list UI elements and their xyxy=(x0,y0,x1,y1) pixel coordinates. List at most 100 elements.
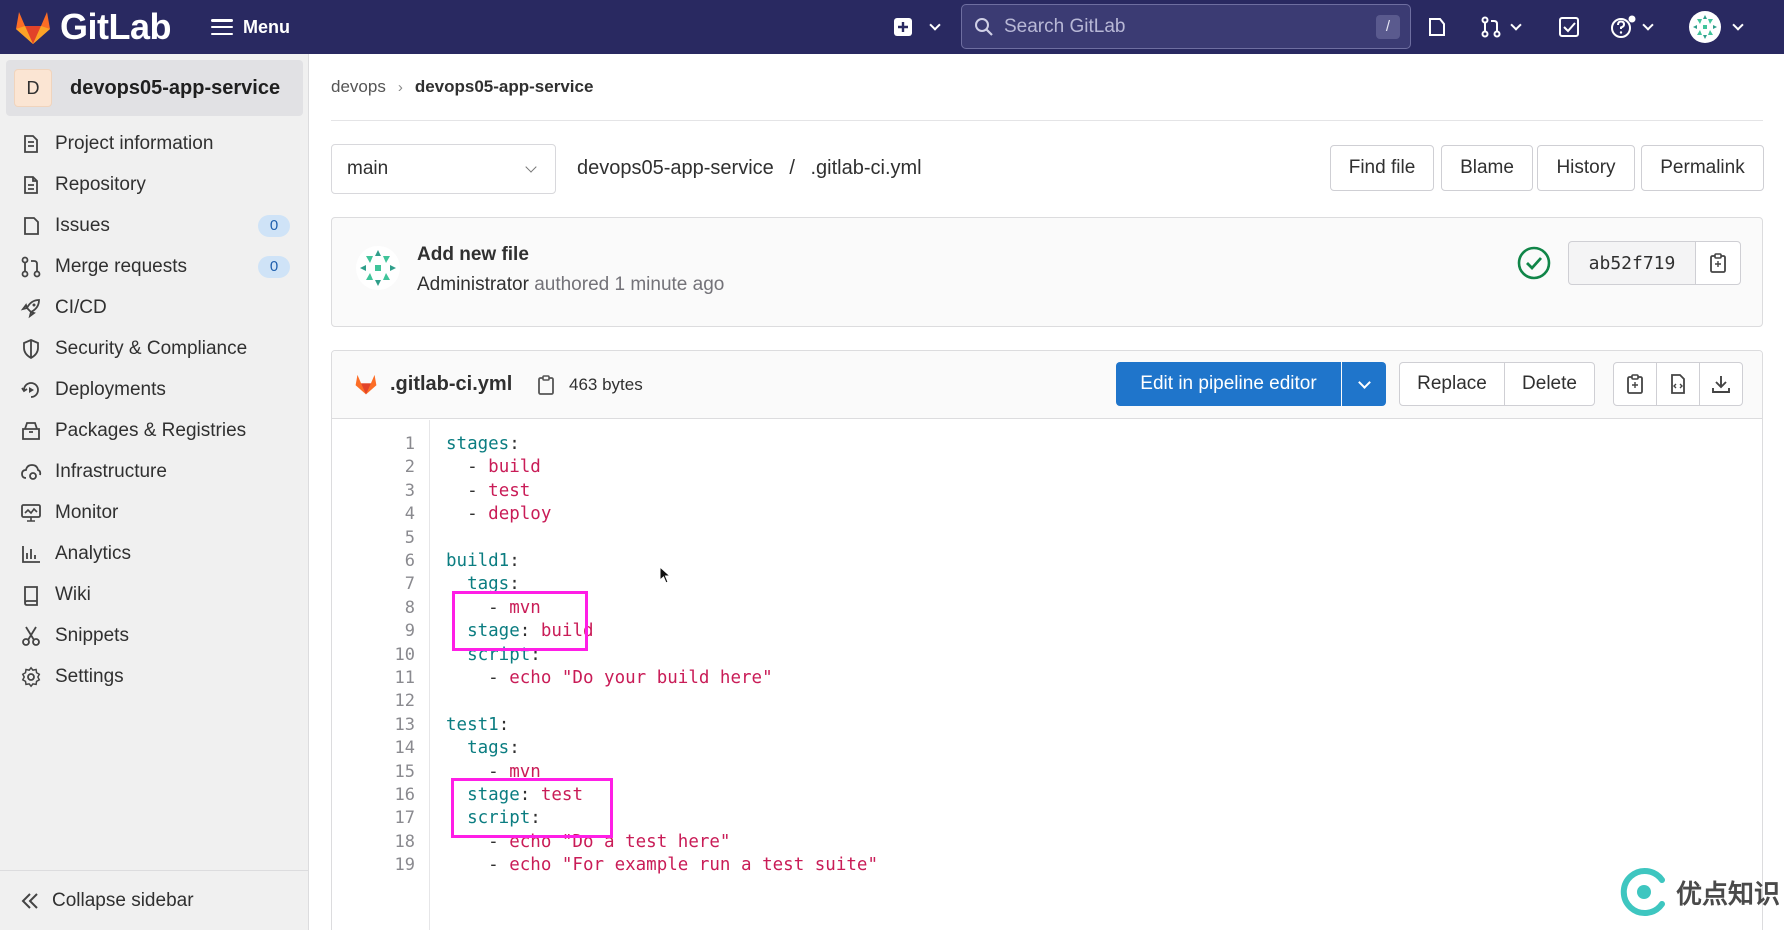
clipboard-icon xyxy=(1627,374,1643,394)
yaml-punct: - xyxy=(446,668,510,688)
sidebar-item-repository[interactable]: Repository xyxy=(20,170,290,200)
yaml-value: echo "Do your build here" xyxy=(509,668,773,688)
line-number[interactable]: 13 xyxy=(365,715,415,735)
line-number[interactable]: 6 xyxy=(365,551,415,571)
issues-nav-button[interactable] xyxy=(1426,0,1448,54)
sidebar-item-snippets[interactable]: Snippets xyxy=(20,621,290,651)
todos-nav-button[interactable] xyxy=(1558,0,1580,54)
line-number[interactable]: 5 xyxy=(365,528,415,548)
sidebar-item-label: Monitor xyxy=(55,502,119,523)
line-number[interactable]: 17 xyxy=(365,808,415,828)
copy-path-icon[interactable] xyxy=(536,374,556,396)
line-number[interactable]: 19 xyxy=(365,855,415,875)
line-number[interactable]: 3 xyxy=(365,481,415,501)
collapse-sidebar-button[interactable]: Collapse sidebar xyxy=(0,870,308,930)
line-number[interactable]: 9 xyxy=(365,621,415,641)
gear-icon xyxy=(21,666,41,688)
breadcrumb-parent-link[interactable]: devops xyxy=(331,77,386,97)
permalink-button[interactable]: Permalink xyxy=(1641,145,1764,191)
line-number[interactable]: 4 xyxy=(365,504,415,524)
new-dropdown[interactable] xyxy=(893,0,941,54)
commit-meta: Administrator authored 1 minute ago xyxy=(417,274,724,296)
edit-in-pipeline-editor-button[interactable]: Edit in pipeline editor xyxy=(1116,362,1341,406)
user-menu-button[interactable] xyxy=(1688,0,1744,54)
search-input[interactable]: Search GitLab / xyxy=(961,4,1411,49)
sidebar-item-label: Wiki xyxy=(55,584,91,605)
sidebar-item-ci-cd[interactable]: CI/CD xyxy=(20,293,290,323)
copy-contents-button[interactable] xyxy=(1613,362,1657,406)
highlight-box-build1-tags xyxy=(452,591,588,651)
line-number[interactable]: 2 xyxy=(365,457,415,477)
merge-requests-count-badge: 0 xyxy=(258,256,290,278)
open-raw-button[interactable] xyxy=(1656,362,1700,406)
file-header: .gitlab-ci.yml 463 bytes Edit in pipelin… xyxy=(332,351,1762,419)
issues-count-badge: 0 xyxy=(258,215,290,237)
chevron-down-icon xyxy=(929,19,941,31)
last-commit-panel: Add new file Administrator authored 1 mi… xyxy=(331,217,1763,327)
commit-author-link[interactable]: Administrator xyxy=(417,274,529,295)
sidebar-item-issues[interactable]: Issues 0 xyxy=(20,211,290,241)
edit-options-dropdown[interactable] xyxy=(1342,362,1386,406)
sidebar-item-packages-registries[interactable]: Packages & Registries xyxy=(20,416,290,446)
sidebar-item-label: Merge requests xyxy=(55,256,188,277)
line-number[interactable]: 8 xyxy=(365,598,415,618)
line-number[interactable]: 16 xyxy=(365,785,415,805)
merge-requests-nav-button[interactable] xyxy=(1480,0,1522,54)
sidebar-item-project-information[interactable]: Project information xyxy=(20,129,290,159)
menu-button[interactable]: Menu xyxy=(211,17,290,38)
line-number[interactable]: 15 xyxy=(365,762,415,782)
file-size: 463 bytes xyxy=(569,375,643,394)
breadcrumb-current-link[interactable]: devops05-app-service xyxy=(415,77,594,97)
sidebar-item-merge-requests[interactable]: Merge requests 0 xyxy=(20,252,290,282)
line-number[interactable]: 14 xyxy=(365,738,415,758)
sidebar-item-infrastructure[interactable]: Infrastructure xyxy=(20,457,290,487)
replace-button[interactable]: Replace xyxy=(1399,362,1505,406)
deployments-icon xyxy=(21,382,39,398)
download-button[interactable] xyxy=(1699,362,1743,406)
divider xyxy=(331,120,1763,121)
blame-button[interactable]: Blame xyxy=(1441,145,1533,191)
yaml-punct: : xyxy=(509,434,520,454)
double-chevron-left-icon xyxy=(21,892,38,909)
sidebar-item-deployments[interactable]: Deployments xyxy=(20,375,290,405)
scissors-icon xyxy=(22,626,40,646)
sidebar-item-analytics[interactable]: Analytics xyxy=(20,539,290,569)
path-project-link[interactable]: devops05-app-service xyxy=(577,157,774,179)
line-number[interactable]: 1 xyxy=(365,434,415,454)
copy-sha-button[interactable] xyxy=(1695,241,1741,285)
mouse-cursor-icon xyxy=(659,566,671,584)
sidebar-item-security-compliance[interactable]: Security & Compliance xyxy=(20,334,290,364)
code-line: stages: xyxy=(446,434,520,454)
help-button[interactable] xyxy=(1610,0,1654,54)
file-name: .gitlab-ci.yml xyxy=(390,373,513,395)
yaml-punct: - xyxy=(446,855,510,876)
package-icon xyxy=(22,422,40,440)
branch-selector[interactable]: main xyxy=(331,144,556,194)
yaml-punct: : xyxy=(498,714,510,735)
rocket-icon xyxy=(20,299,40,319)
code-line: - echo "For example run a test suite" xyxy=(446,855,878,875)
line-number[interactable]: 18 xyxy=(365,832,415,852)
issues-icon xyxy=(1429,18,1445,36)
gitlab-logo[interactable]: GitLab xyxy=(14,6,172,48)
commit-sha[interactable]: ab52f719 xyxy=(1568,241,1696,285)
sidebar-item-wiki[interactable]: Wiki xyxy=(20,580,290,610)
line-number[interactable]: 7 xyxy=(365,574,415,594)
delete-button[interactable]: Delete xyxy=(1504,362,1595,406)
line-number[interactable]: 11 xyxy=(365,668,415,688)
find-file-button[interactable]: Find file xyxy=(1330,145,1434,191)
sidebar-item-settings[interactable]: Settings xyxy=(20,662,290,692)
sidebar-item-label: Snippets xyxy=(55,625,129,646)
commit-title-link[interactable]: Add new file xyxy=(417,244,529,266)
pipeline-passed-icon[interactable] xyxy=(1516,245,1552,281)
history-button[interactable]: History xyxy=(1537,145,1635,191)
line-number[interactable]: 12 xyxy=(365,691,415,711)
sidebar-item-monitor[interactable]: Monitor xyxy=(20,498,290,528)
yaml-punct: : xyxy=(509,738,520,759)
brand-name: GitLab xyxy=(60,6,172,47)
line-number[interactable]: 10 xyxy=(365,645,415,665)
project-header-link[interactable]: D devops05-app-service xyxy=(6,60,303,116)
doc-icon xyxy=(24,176,38,194)
sidebar-item-label: Repository xyxy=(55,174,146,195)
yaml-key: build1 xyxy=(446,551,510,571)
